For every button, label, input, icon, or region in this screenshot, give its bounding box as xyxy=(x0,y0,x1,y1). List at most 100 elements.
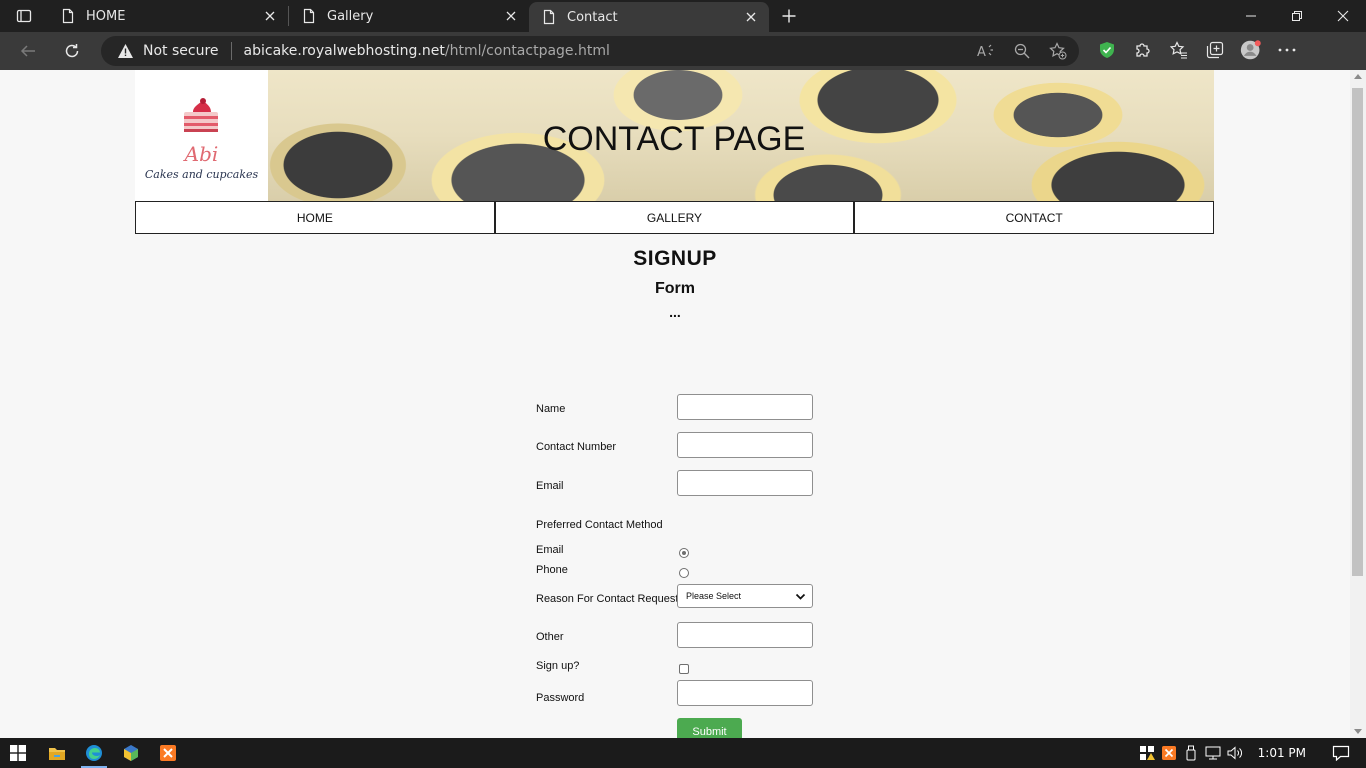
windows-security-icon xyxy=(1139,746,1155,760)
close-icon[interactable] xyxy=(503,8,519,24)
address-bar[interactable]: Not secure abicake.royalwebhosting.net/h… xyxy=(101,36,1079,66)
read-aloud-icon: A xyxy=(977,44,993,59)
submit-button[interactable]: Submit xyxy=(677,718,742,738)
chevron-down-icon xyxy=(795,593,806,600)
notifications-button[interactable] xyxy=(1330,738,1352,768)
more-horizontal-icon xyxy=(1278,48,1296,52)
other-label: Other xyxy=(536,631,564,643)
close-icon xyxy=(1337,10,1349,22)
settings-more-button[interactable] xyxy=(1276,39,1298,61)
cake-icon xyxy=(184,98,218,132)
nav-item-gallery[interactable]: GALLERY xyxy=(494,201,855,234)
star-add-icon xyxy=(1049,42,1067,60)
security-indicator[interactable]: Not secure xyxy=(117,43,219,59)
security-label: Not secure xyxy=(143,43,219,59)
zoom-out-button[interactable] xyxy=(1011,40,1033,62)
ellipsis-text: ... xyxy=(669,304,681,320)
usb-tray-button[interactable] xyxy=(1180,738,1202,768)
tab-label: Contact xyxy=(567,9,618,25)
browser-tab-bar: HOME Gallery Contact xyxy=(0,0,1366,32)
nav-item-contact[interactable]: CONTACT xyxy=(854,201,1215,234)
page-scrollbar[interactable] xyxy=(1350,70,1366,738)
site-header: Abi Cakes and cupcakes CONTACT PAGE xyxy=(135,70,1214,201)
collections-icon xyxy=(1206,41,1224,59)
collections-button[interactable] xyxy=(1204,39,1226,61)
browser-extensions xyxy=(1096,39,1298,61)
network-icon xyxy=(1205,746,1221,760)
favorites-button[interactable] xyxy=(1168,39,1190,61)
back-button[interactable] xyxy=(13,37,43,65)
network-tray-button[interactable] xyxy=(1202,738,1224,768)
shield-extension-button[interactable] xyxy=(1096,39,1118,61)
scroll-thumb[interactable] xyxy=(1352,88,1363,576)
file-explorer-button[interactable] xyxy=(46,743,68,763)
edge-taskbar-button[interactable] xyxy=(83,743,105,763)
site-logo[interactable]: Abi Cakes and cupcakes xyxy=(135,70,268,201)
minimize-button[interactable] xyxy=(1228,0,1274,32)
reason-selected-value: Please Select xyxy=(686,591,742,601)
scroll-down-arrow-icon[interactable] xyxy=(1354,729,1362,734)
method-email-radio[interactable] xyxy=(679,548,689,558)
refresh-button[interactable] xyxy=(57,37,87,65)
tab-contact[interactable]: Contact xyxy=(529,2,769,32)
name-input[interactable] xyxy=(677,394,813,420)
profile-button[interactable] xyxy=(1240,39,1262,61)
start-button[interactable] xyxy=(7,743,29,763)
xampp-icon xyxy=(1161,746,1176,760)
reason-select[interactable]: Please Select xyxy=(677,584,813,608)
notification-icon xyxy=(1332,745,1350,761)
close-icon[interactable] xyxy=(743,9,759,25)
nav-item-home[interactable]: HOME xyxy=(135,201,495,234)
system-tray: 1:01 PM xyxy=(1136,738,1366,768)
method-phone-label: Phone xyxy=(536,564,568,576)
avatar-icon xyxy=(1240,40,1261,60)
restore-button[interactable] xyxy=(1274,0,1320,32)
contact-number-input[interactable] xyxy=(677,432,813,458)
tab-actions-button[interactable] xyxy=(0,0,48,32)
app-taskbar-button[interactable] xyxy=(120,743,142,763)
folder-icon xyxy=(49,748,65,760)
favorite-button[interactable] xyxy=(1047,40,1069,62)
tab-home[interactable]: HOME xyxy=(48,0,288,32)
other-input[interactable] xyxy=(677,622,813,648)
browser-toolbar: Not secure abicake.royalwebhosting.net/h… xyxy=(0,32,1366,70)
minimize-icon xyxy=(1246,15,1256,17)
volume-tray-button[interactable] xyxy=(1224,738,1246,768)
security-tray-button[interactable] xyxy=(1136,738,1158,768)
new-tab-button[interactable] xyxy=(771,0,807,32)
cube-app-icon xyxy=(124,745,138,761)
site-nav: HOME GALLERY CONTACT xyxy=(135,201,1215,234)
email-input[interactable] xyxy=(677,470,813,496)
close-icon[interactable] xyxy=(262,8,278,24)
taskbar-clock[interactable]: 1:01 PM xyxy=(1258,746,1306,760)
email-label: Email xyxy=(536,480,564,492)
banner-image: CONTACT PAGE xyxy=(268,70,1214,201)
preferred-contact-label: Preferred Contact Method xyxy=(536,519,663,531)
tab-label: HOME xyxy=(86,8,126,24)
extensions-button[interactable] xyxy=(1132,39,1154,61)
xampp-taskbar-button[interactable] xyxy=(157,743,179,763)
shield-icon xyxy=(1100,42,1114,58)
close-window-button[interactable] xyxy=(1320,0,1366,32)
method-phone-radio[interactable] xyxy=(679,568,689,578)
tab-gallery[interactable]: Gallery xyxy=(289,0,529,32)
read-aloud-button[interactable]: A xyxy=(975,40,997,62)
signup-checkbox[interactable] xyxy=(679,664,689,674)
page-viewport: Abi Cakes and cupcakes CONTACT PAGE HOME… xyxy=(0,70,1350,738)
puzzle-icon xyxy=(1136,43,1150,57)
name-label: Name xyxy=(536,403,566,415)
password-input[interactable] xyxy=(677,680,813,706)
restore-icon xyxy=(1292,11,1302,21)
password-label: Password xyxy=(536,692,585,704)
banner-title: CONTACT PAGE xyxy=(542,120,806,158)
address-bar-actions: A xyxy=(975,40,1069,62)
scroll-up-arrow-icon[interactable] xyxy=(1354,74,1362,79)
xampp-tray-button[interactable] xyxy=(1158,738,1180,768)
window-controls xyxy=(1228,0,1366,32)
speaker-icon xyxy=(1227,746,1242,760)
address-divider xyxy=(230,42,232,60)
edge-icon xyxy=(86,745,102,761)
url-domain: abicake.royalwebhosting.net xyxy=(243,43,445,59)
logo-tagline: Cakes and cupcakes xyxy=(144,168,259,181)
plus-icon xyxy=(782,9,796,23)
